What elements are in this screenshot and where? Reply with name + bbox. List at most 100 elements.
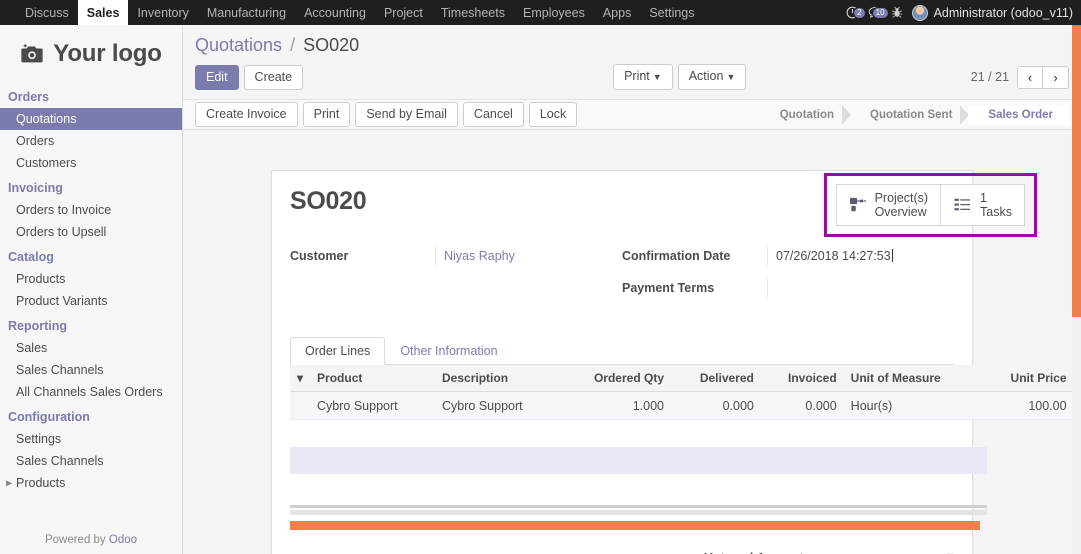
send-by-email-button[interactable]: Send by Email [355, 102, 458, 127]
pager-next-button[interactable]: › [1043, 65, 1069, 89]
sidebar-item-reporting-sales-channels[interactable]: Sales Channels [0, 359, 182, 381]
field-row-customer: Customer Niyas Raphy [290, 246, 622, 268]
sidebar-item-products[interactable]: Products [0, 268, 182, 290]
breadcrumb-quotations[interactable]: Quotations [195, 35, 282, 55]
sidebar-item-orders-to-upsell[interactable]: Orders to Upsell [0, 221, 182, 243]
sidebar-item-product-variants[interactable]: Product Variants [0, 290, 182, 312]
sidebar-item-orders[interactable]: Orders [0, 130, 182, 152]
sidebar-item-label: Customers [16, 156, 77, 170]
menu-item-employees[interactable]: Employees [514, 0, 594, 25]
sitemap-icon [849, 197, 866, 212]
cell-unit-price[interactable]: 100.00 [981, 391, 1074, 420]
column-unit-of-measure[interactable]: Unit of Measure [843, 365, 982, 392]
tab-other-information[interactable]: Other Information [385, 337, 512, 365]
form-column-right: Confirmation Date 07/26/2018 14:27:53 Pa… [622, 246, 954, 310]
cell-ordered-qty[interactable]: 1.000 [560, 391, 671, 420]
breadcrumb-row: Quotations / SO020 [183, 25, 1081, 58]
debug-menu[interactable] [891, 6, 903, 19]
tasks-stat-label: Tasks [980, 205, 1012, 219]
sidebar-item-customers[interactable]: Customers [0, 152, 182, 174]
confirmation-date-input[interactable]: 07/26/2018 14:27:53 [767, 246, 954, 266]
cell-delivered[interactable]: 0.000 [671, 391, 761, 420]
project-overview-line1: Project(s) [874, 191, 929, 205]
menu-item-accounting[interactable]: Accounting [295, 0, 375, 25]
column-invoiced[interactable]: Invoiced [760, 365, 844, 392]
print-dropdown[interactable]: Print ▼ [613, 64, 673, 90]
project-overview-stat-button[interactable]: Project(s) Overview [837, 185, 940, 225]
column-description[interactable]: Description [435, 365, 560, 392]
order-lines-head: ▾ Product Description Ordered Qty Delive… [290, 365, 1081, 392]
sidebar-item-config-products[interactable]: ▶ Products [0, 472, 182, 494]
sidebar-item-orders-to-invoice[interactable]: Orders to Invoice [0, 199, 182, 221]
column-delivered[interactable]: Delivered [671, 365, 761, 392]
menu-item-label: Manufacturing [206, 5, 287, 20]
pager-previous-button[interactable]: ‹ [1017, 65, 1043, 89]
column-product[interactable]: Product [310, 365, 436, 392]
control-panel: Quotations / SO020 Edit Create Print ▼ Ac… [183, 25, 1081, 100]
menu-item-sales[interactable]: Sales [77, 0, 129, 25]
create-button[interactable]: Create [243, 64, 304, 90]
menu-item-label: Employees [523, 5, 585, 20]
sidebar-item-label: Orders to Upsell [16, 225, 107, 239]
top-navbar: Discuss Sales Inventory Manufacturing Ac… [0, 0, 1081, 25]
sidebar-section-orders: Orders [8, 90, 49, 104]
menu-item-project[interactable]: Project [375, 0, 432, 25]
print-button[interactable]: Print [302, 102, 351, 127]
table-row[interactable]: Cybro Support Cybro Support 1.000 0.000 … [290, 391, 1081, 420]
menu-item-discuss[interactable]: Discuss [16, 0, 78, 25]
cell-description[interactable]: Cybro Support [435, 391, 560, 420]
stat-buttons-highlight: Project(s) Overview 1 Tasks [823, 173, 1037, 237]
record-actions: Edit Create [195, 64, 304, 90]
lock-button[interactable]: Lock [528, 102, 578, 127]
create-invoice-button[interactable]: Create Invoice [195, 102, 298, 127]
powered-by-prefix: Powered by [44, 534, 109, 546]
status-step-quotation[interactable]: Quotation [760, 104, 852, 125]
status-step-sales-order[interactable]: Sales Order [968, 104, 1069, 125]
row-drag-handle[interactable] [290, 391, 311, 420]
menu-item-inventory[interactable]: Inventory [128, 0, 197, 25]
tasks-stat-text: 1 Tasks [980, 191, 1012, 219]
action-dropdown[interactable]: Action ▼ [677, 64, 747, 90]
status-pipeline: Quotation Quotation Sent Sales Order [760, 104, 1069, 125]
user-menu[interactable]: Administrator (odoo_v11) [911, 4, 1073, 21]
customer-value[interactable]: Niyas Raphy [435, 246, 622, 266]
messages-menu[interactable]: 10 [868, 6, 889, 19]
payment-terms-label: Payment Terms [622, 281, 715, 295]
odoo-brand-link[interactable]: Odoo [109, 534, 137, 546]
cell-product[interactable]: Cybro Support [310, 391, 436, 420]
menu-item-manufacturing[interactable]: Manufacturing [198, 0, 295, 25]
vertical-scrollbar-thumb[interactable] [1072, 25, 1081, 317]
cancel-button[interactable]: Cancel [462, 102, 524, 127]
payment-terms-value[interactable] [767, 278, 954, 298]
add-line-placeholder-row[interactable] [290, 447, 987, 474]
breadcrumb: Quotations / SO020 [195, 35, 359, 56]
company-logo[interactable]: Your logo [0, 25, 182, 83]
status-step-quotation-sent[interactable]: Quotation Sent [850, 104, 970, 125]
sidebar-item-settings[interactable]: Settings [0, 428, 182, 450]
tasks-stat-button[interactable]: 1 Tasks [940, 185, 1024, 225]
tab-order-lines[interactable]: Order Lines [290, 337, 386, 365]
cell-invoiced[interactable]: 0.000 [760, 391, 844, 420]
edit-button[interactable]: Edit [195, 64, 239, 90]
order-lines-body: Cybro Support Cybro Support 1.000 0.000 … [290, 391, 1081, 420]
horizontal-scrollbar[interactable] [290, 521, 980, 530]
sort-caret-icon[interactable]: ▾ [290, 365, 311, 392]
menu-item-apps[interactable]: Apps [594, 0, 641, 25]
menu-item-settings[interactable]: Settings [640, 0, 703, 25]
column-ordered-qty[interactable]: Ordered Qty [560, 365, 671, 392]
customer-label: Customer [290, 249, 349, 263]
sidebar-item-quotations[interactable]: Quotations [0, 108, 182, 130]
column-unit-price[interactable]: Unit Price [981, 365, 1074, 392]
main-menu-bar: Discuss Sales Inventory Manufacturing Ac… [16, 0, 704, 25]
workflow-buttons: Create Invoice Print Send by Email Cance… [195, 102, 578, 127]
sidebar-section-configuration: Configuration [8, 410, 90, 424]
sidebar-item-config-sales-channels[interactable]: Sales Channels [0, 450, 182, 472]
form-statusbar: Create Invoice Print Send by Email Cance… [183, 100, 1081, 130]
menu-item-timesheets[interactable]: Timesheets [432, 0, 514, 25]
vertical-scrollbar[interactable] [1072, 25, 1081, 554]
field-row-payment-terms: Payment Terms [622, 278, 954, 300]
sidebar-item-all-channels-sales-orders[interactable]: All Channels Sales Orders [0, 381, 182, 403]
cell-unit-of-measure[interactable]: Hour(s) [843, 391, 982, 420]
sidebar-item-reporting-sales[interactable]: Sales [0, 337, 182, 359]
activities-menu[interactable]: 2 [846, 6, 866, 19]
